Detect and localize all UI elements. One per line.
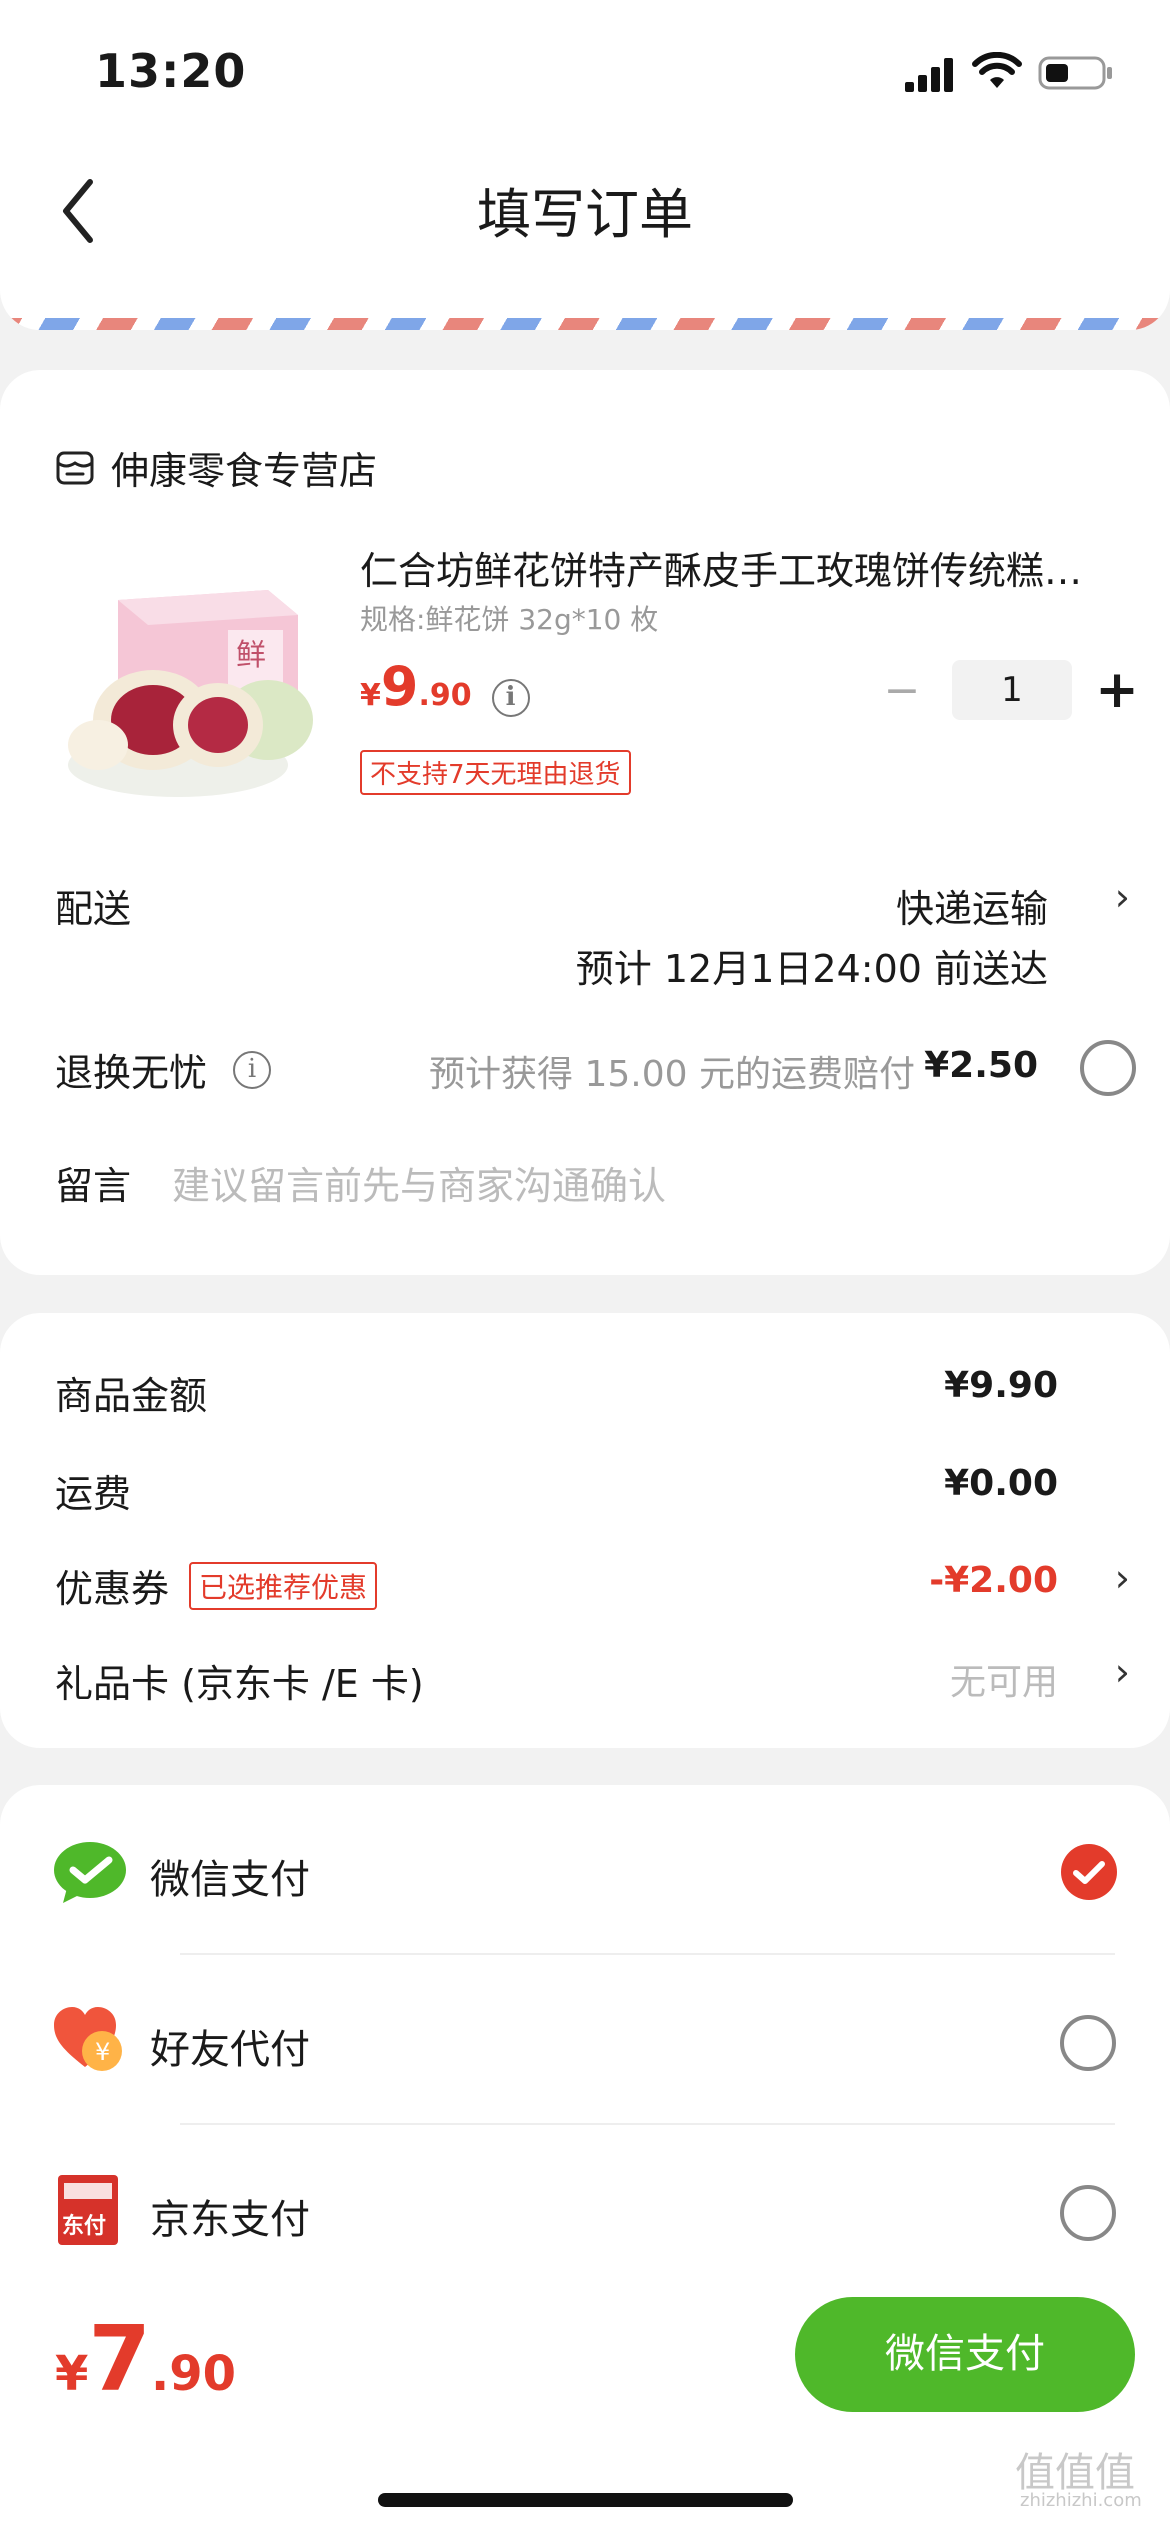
message-label: 留言 [55, 1164, 132, 1208]
svg-text:东付: 东付 [62, 2213, 106, 2239]
order-card: 伸康零食专营店 鲜 仁合坊鲜花饼特产酥皮手工玫瑰饼传统糕… 规格:鲜花饼 32g… [0, 370, 1170, 1275]
coupon-chevron-icon[interactable]: › [1115, 1556, 1130, 1600]
home-indicator[interactable] [378, 2493, 793, 2507]
status-bar: 13:20 [0, 0, 1170, 140]
store-icon [56, 451, 94, 484]
svg-text:¥: ¥ [95, 2038, 110, 2066]
pay-button[interactable]: 微信支付 [795, 2297, 1135, 2412]
price-integer: 9 [380, 655, 419, 718]
gift-card-label: 礼品卡 (京东卡 /E 卡) [55, 1662, 424, 1706]
price-currency: ¥ [360, 678, 381, 713]
product-image[interactable]: 鲜 [58, 570, 320, 810]
decrease-button[interactable]: − [872, 665, 932, 716]
cellular-signal-icon [905, 58, 953, 92]
page-title: 填写订单 [477, 183, 693, 246]
wechat-pay-icon [54, 1842, 126, 1903]
wifi-icon [972, 52, 1022, 88]
shipping-label: 运费 [55, 1472, 132, 1516]
product-spec: 规格:鲜花饼 32g*10 枚 [360, 603, 659, 636]
return-info-icon[interactable]: i [233, 1050, 272, 1089]
heart-pay-icon: ¥ [54, 2007, 122, 2071]
product-price: ¥ 9 .90 i [360, 655, 530, 718]
coupon-value[interactable]: -¥2.00 [929, 1560, 1058, 1601]
goods-amount-label: 商品金额 [55, 1374, 208, 1418]
return-worry-label: 退换无忧 i [55, 1042, 272, 1097]
summary-card: 商品金额 ¥9.90 运费 ¥0.00 优惠券 已选推荐优惠 -¥2.00 › … [0, 1313, 1170, 1748]
payment-option-friend[interactable]: ¥ 好友代付 [0, 1955, 1170, 2125]
shipping-value: ¥0.00 [944, 1463, 1058, 1504]
return-policy-badge: 不支持7天无理由退货 [360, 750, 631, 795]
gift-card-chevron-icon[interactable]: › [1115, 1650, 1130, 1694]
checkout-bar: ¥ 7 .90 微信支付 值值值 zhizhizhi.com [0, 2275, 1170, 2532]
friend-pay-label: 好友代付 [150, 2027, 310, 2073]
checkmark-selected-icon[interactable] [1060, 1843, 1118, 1901]
return-worry-price: ¥2.50 [924, 1045, 1038, 1086]
total-decimal: .90 [151, 2346, 237, 2402]
gift-card-value[interactable]: 无可用 [950, 1653, 1058, 1705]
friend-pay-radio[interactable] [1060, 2015, 1116, 2071]
quantity-stepper: − 1 + [872, 660, 1142, 720]
status-time: 13:20 [95, 44, 247, 98]
return-worry-text: 退换无忧 [55, 1051, 208, 1095]
jd-pay-label: 京东支付 [150, 2197, 310, 2243]
message-input[interactable]: 建议留言前先与商家沟通确认 [172, 1155, 666, 1210]
increase-button[interactable]: + [1092, 660, 1142, 720]
shop-name: 伸康零食专营店 [111, 449, 378, 493]
return-worry-radio[interactable] [1080, 1040, 1136, 1096]
payment-option-wechat[interactable]: 微信支付 [0, 1785, 1170, 1955]
coupon-tag: 已选推荐优惠 [189, 1561, 378, 1610]
price-info-icon[interactable]: i [491, 679, 530, 717]
total-currency: ¥ [55, 2346, 89, 2402]
jd-pay-icon: 东付 [58, 2175, 118, 2245]
nav-bar: 填写订单 [0, 140, 1170, 330]
delivery-chevron-icon[interactable]: › [1115, 875, 1130, 919]
total-integer: 7 [88, 2307, 152, 2412]
quantity-value[interactable]: 1 [952, 660, 1072, 720]
jd-pay-radio[interactable] [1060, 2185, 1116, 2241]
watermark-domain: zhizhizhi.com [1020, 2490, 1142, 2511]
price-decimal: .90 [418, 678, 472, 713]
delivery-label: 配送 [55, 887, 132, 931]
delivery-eta: 预计 12月1日24:00 前送达 [575, 947, 1048, 991]
battery-icon [1038, 56, 1112, 90]
goods-amount-value: ¥9.90 [944, 1365, 1058, 1406]
airmail-border [0, 318, 1170, 330]
wechat-pay-label: 微信支付 [150, 1857, 310, 1903]
return-worry-note: 预计获得 15.00 元的运费赔付 [429, 1054, 915, 1095]
coupon-label: 优惠券 [55, 1567, 170, 1611]
delivery-method[interactable]: 快递运输 [896, 878, 1048, 933]
total-price: ¥ 7 .90 [55, 2315, 236, 2405]
shop-header[interactable]: 伸康零食专营店 [55, 440, 377, 495]
coupon-row[interactable]: 优惠券 已选推荐优惠 [55, 1558, 378, 1613]
payment-card: 微信支付 ¥ 好友代付 东付 京东支付 [0, 1785, 1170, 2285]
payment-option-jd[interactable]: 东付 京东支付 [0, 2125, 1170, 2285]
svg-text:鲜: 鲜 [236, 638, 266, 673]
product-title[interactable]: 仁合坊鲜花饼特产酥皮手工玫瑰饼传统糕… [360, 540, 1120, 595]
